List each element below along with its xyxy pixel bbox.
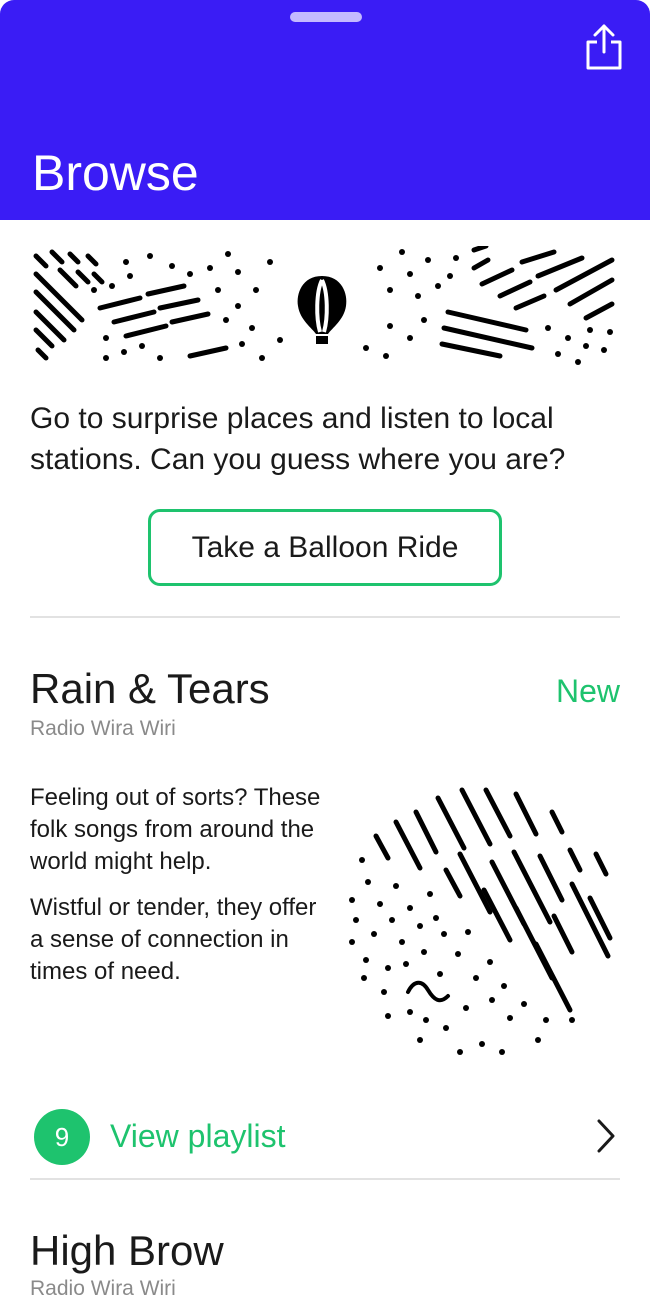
card-subtitle: Radio Wira Wiri <box>30 1277 176 1300</box>
page-title: Browse <box>32 145 199 201</box>
description-paragraph: Wistful or tender, they offer a sense of… <box>30 894 317 985</box>
view-playlist-link[interactable]: View playlist <box>110 1114 285 1158</box>
new-badge: New <box>555 673 620 709</box>
card-subtitle: Radio Wira Wiri <box>30 717 176 740</box>
rain-illustration <box>349 787 613 1055</box>
playlist-count-badge: 9 <box>34 1109 90 1165</box>
drag-handle[interactable] <box>290 12 362 22</box>
balloon-ride-button[interactable]: Take a Balloon Ride <box>148 509 502 586</box>
section-divider <box>30 1178 620 1180</box>
browse-header: Browse <box>0 0 650 220</box>
hero-description: Go to surprise places and listen to loca… <box>30 402 566 476</box>
hero-illustration <box>33 246 615 365</box>
share-icon[interactable] <box>584 22 624 72</box>
section-divider <box>30 616 620 618</box>
hot-air-balloon-icon <box>297 276 347 344</box>
view-playlist-row[interactable]: 9 View playlist <box>30 1106 620 1168</box>
card-description: Feeling out of sorts? These folk songs f… <box>30 782 330 1002</box>
chevron-right-icon[interactable] <box>596 1118 616 1154</box>
description-paragraph: Feeling out of sorts? These folk songs f… <box>30 784 321 875</box>
card-title[interactable]: Rain & Tears <box>30 664 270 714</box>
card-title[interactable]: High Brow <box>30 1226 224 1276</box>
